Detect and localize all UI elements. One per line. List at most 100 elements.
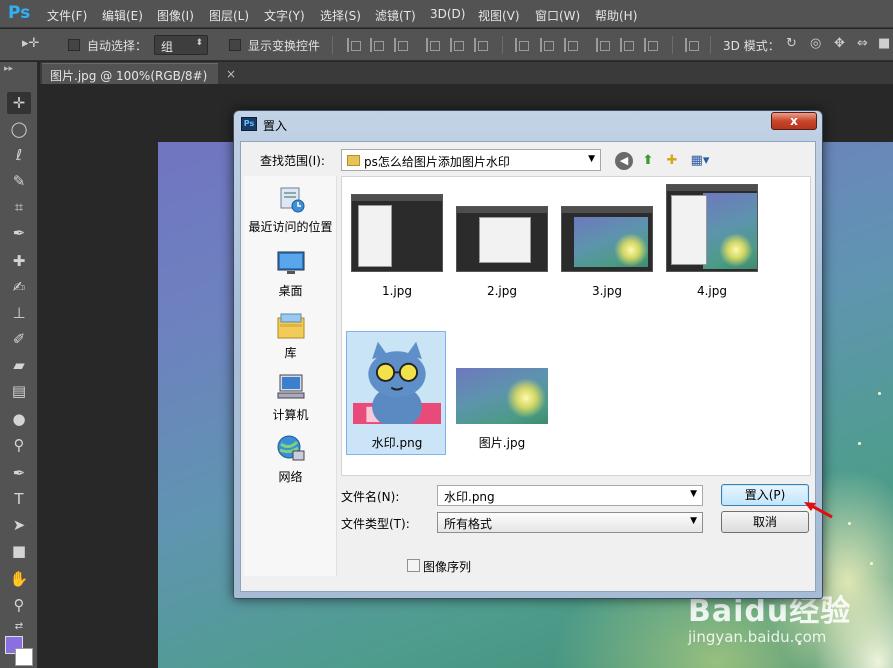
place-network[interactable]: 网络	[244, 432, 337, 494]
align-top-icon[interactable]	[347, 38, 361, 52]
look-in-label: 查找范围(I):	[260, 154, 325, 168]
dialog-body: 查找范围(I): ps怎么给图片添加图片水印 ▼ ◀ ⬆ ✚ ▦▾ 最近访问的位…	[240, 141, 816, 592]
zoom-tool-icon[interactable]: ⚲	[7, 594, 31, 616]
image-sequence-checkbox[interactable]	[407, 559, 420, 572]
file-item-1-jpg[interactable]: 1.jpg	[346, 183, 446, 307]
menu-type[interactable]: 文字(Y)	[264, 7, 305, 24]
gradient-tool-icon[interactable]: ▤	[7, 380, 31, 402]
pen-tool-icon[interactable]: ✒	[7, 462, 31, 484]
eyedropper-tool-icon[interactable]: ✒	[7, 222, 31, 244]
photoshop-logo: Ps	[8, 3, 31, 23]
menu-help[interactable]: 帮助(H)	[595, 7, 637, 24]
file-item-watermark-png[interactable]: 水印.png	[346, 331, 446, 455]
path-selection-tool-icon[interactable]: ➤	[7, 514, 31, 536]
align-right-icon[interactable]	[474, 38, 488, 52]
place-libraries[interactable]: 库	[244, 308, 337, 370]
place-computer[interactable]: 计算机	[244, 370, 337, 432]
separator	[672, 36, 673, 54]
3d-slide-icon[interactable]: ⇔	[857, 36, 868, 51]
distribute-top-icon[interactable]	[515, 38, 529, 52]
menu-view[interactable]: 视图(V)	[478, 7, 520, 24]
align-bottom-icon[interactable]	[394, 38, 408, 52]
distribute-left-icon[interactable]	[596, 38, 610, 52]
libraries-icon	[277, 313, 305, 339]
folder-icon	[347, 155, 360, 166]
flower-sparkle	[870, 562, 873, 565]
quick-selection-tool-icon[interactable]: ✎	[7, 170, 31, 192]
show-transform-checkbox[interactable]	[229, 39, 241, 51]
3d-rotate-icon[interactable]: ↻	[786, 36, 797, 51]
swap-colors-icon[interactable]: ⇄	[7, 616, 31, 638]
3d-scale-icon[interactable]: ■	[878, 36, 890, 51]
background-color-swatch[interactable]	[15, 648, 33, 666]
place-button[interactable]: 置入(P)	[721, 484, 809, 506]
brush-tool-icon[interactable]: ✍	[7, 276, 31, 298]
file-name-label: 文件名(N):	[341, 490, 400, 504]
auto-select-checkbox[interactable]	[68, 39, 80, 51]
menu-edit[interactable]: 编辑(E)	[102, 7, 143, 24]
lasso-tool-icon[interactable]: ℓ	[7, 144, 31, 166]
separator	[502, 36, 503, 54]
file-name: 水印.png	[371, 436, 423, 450]
rectangle-tool-icon[interactable]: ■	[7, 540, 31, 562]
chevron-down-icon: ▼	[690, 516, 697, 526]
distribute-right-icon[interactable]	[644, 38, 658, 52]
chevron-down-icon[interactable]: ▼	[690, 489, 697, 499]
file-item-3-jpg[interactable]: 3.jpg	[556, 183, 656, 307]
back-button[interactable]: ◀	[615, 152, 633, 170]
dialog-titlebar[interactable]: Ps 置入 x	[234, 111, 822, 137]
menu-image[interactable]: 图像(I)	[157, 7, 194, 24]
place-desktop[interactable]: 桌面	[244, 246, 337, 308]
cancel-button[interactable]: 取消	[721, 511, 809, 533]
file-item-4-jpg[interactable]: 4.jpg	[661, 183, 761, 307]
file-thumbnail	[456, 368, 548, 424]
views-menu-button[interactable]: ▦▾	[687, 152, 713, 170]
look-in-combo[interactable]: ps怎么给图片添加图片水印 ▼	[341, 149, 601, 171]
close-dialog-button[interactable]: x	[771, 112, 817, 130]
up-one-level-button[interactable]: ⬆	[639, 152, 657, 170]
spinner-icon: ⬍	[195, 38, 203, 48]
3d-pan-icon[interactable]: ✥	[834, 36, 845, 51]
align-horizontal-center-icon[interactable]	[450, 38, 464, 52]
distribute-vertical-center-icon[interactable]	[540, 38, 554, 52]
image-sequence-label: 图像序列	[423, 560, 472, 574]
auto-select-target-select[interactable]: 组 ⬍	[154, 35, 208, 55]
file-list[interactable]: 1.jpg 2.jpg 3.jpg 4.jpg 水印.png 图片.jpg	[341, 176, 811, 476]
healing-brush-tool-icon[interactable]: ✚	[7, 250, 31, 272]
hand-tool-icon[interactable]: ✋	[7, 568, 31, 590]
eraser-tool-icon[interactable]: ▰	[7, 354, 31, 376]
clone-stamp-tool-icon[interactable]: ⊥	[7, 302, 31, 324]
elliptical-marquee-tool-icon[interactable]: ◯	[7, 118, 31, 140]
move-tool-preset-icon[interactable]: ▸✛	[22, 36, 39, 51]
crop-tool-icon[interactable]: ⌗	[7, 196, 31, 218]
3d-roll-icon[interactable]: ◎	[810, 36, 821, 51]
collapse-panel-icon[interactable]: ▸▸	[4, 64, 13, 74]
history-brush-tool-icon[interactable]: ✐	[7, 328, 31, 350]
document-tab[interactable]: 图片.jpg @ 100%(RGB/8#) ×	[42, 63, 236, 84]
menu-file[interactable]: 文件(F)	[47, 7, 87, 24]
file-item-2-jpg[interactable]: 2.jpg	[451, 183, 551, 307]
menu-select[interactable]: 选择(S)	[320, 7, 361, 24]
dodge-tool-icon[interactable]: ⚲	[7, 434, 31, 456]
move-tool-icon[interactable]: ✛	[7, 92, 31, 114]
align-vertical-center-icon[interactable]	[370, 38, 384, 52]
place-recent[interactable]: 最近访问的位置	[244, 182, 337, 244]
distribute-bottom-icon[interactable]	[564, 38, 578, 52]
options-bar: ▸✛ 自动选择： 组 ⬍ 显示变换控件 3D 模式： ↻ ◎ ✥ ⇔ ■	[0, 29, 893, 61]
distribute-horizontal-center-icon[interactable]	[620, 38, 634, 52]
show-transform-label: 显示变换控件	[248, 39, 321, 53]
file-item-picture-jpg[interactable]: 图片.jpg	[451, 331, 551, 455]
menu-filter[interactable]: 滤镜(T)	[375, 7, 416, 24]
align-left-icon[interactable]	[426, 38, 440, 52]
type-tool-icon[interactable]: T	[7, 488, 31, 510]
document-tab-title: 图片.jpg @ 100%(RGB/8#)	[50, 69, 208, 83]
auto-align-layers-icon[interactable]	[685, 38, 699, 52]
file-type-select[interactable]: 所有格式 ▼	[437, 512, 703, 533]
menu-window[interactable]: 窗口(W)	[535, 7, 580, 24]
menu-3d[interactable]: 3D(D)	[430, 7, 465, 21]
menu-layer[interactable]: 图层(L)	[209, 7, 249, 24]
new-folder-button[interactable]: ✚	[663, 152, 681, 170]
blur-tool-icon[interactable]: ●	[7, 408, 31, 430]
file-name-combo[interactable]: 水印.png ▼	[437, 485, 703, 506]
close-tab-icon[interactable]: ×	[226, 67, 236, 81]
